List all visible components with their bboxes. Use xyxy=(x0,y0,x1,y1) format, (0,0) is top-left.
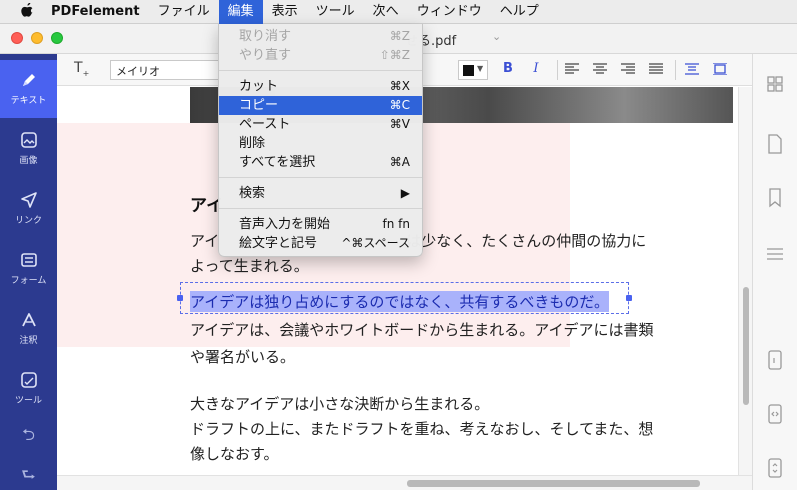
menu-item-undo[interactable]: 取り消す ⌘Z xyxy=(219,27,422,46)
sidebar-item-label: 画像 xyxy=(19,156,38,166)
align-center-icon xyxy=(593,63,607,74)
chevron-down-icon: ▼ xyxy=(477,64,484,73)
paragraph-line[interactable]: 像しなおす。 xyxy=(190,443,279,464)
menu-item-cut[interactable]: カット ⌘X xyxy=(219,77,422,96)
minimize-window-button[interactable] xyxy=(31,32,43,44)
menu-bar: PDFelement ファイル 編集 表示 ツール 次へ ウィンドウ ヘルプ xyxy=(0,0,797,24)
chevron-right-icon: ▶ xyxy=(400,186,410,200)
align-right-button[interactable] xyxy=(618,61,638,79)
left-tool-sidebar: テキスト 画像 リンク フォーム 注釈 ツール ⮌ ⮑ xyxy=(0,54,57,490)
toolbar-divider xyxy=(557,60,558,80)
chevron-down-icon[interactable]: ⌄ xyxy=(492,30,501,43)
italic-button[interactable]: I xyxy=(526,61,546,79)
tool-icon xyxy=(20,372,37,388)
menu-help[interactable]: ヘルプ xyxy=(491,0,548,24)
align-center-button[interactable] xyxy=(590,61,610,79)
paragraph-line[interactable]: アイデアは、会議やホワイトボードから生まれる。アイデアには書類 xyxy=(190,319,654,340)
toolbar-divider xyxy=(675,60,676,80)
menu-tools[interactable]: ツール xyxy=(307,0,364,24)
sidebar-item-label: ツール xyxy=(14,396,42,406)
menu-app-name[interactable]: PDFelement xyxy=(42,0,149,24)
paragraph-spacing-icon xyxy=(713,63,727,75)
bold-button[interactable]: B xyxy=(498,61,518,79)
vertical-scrollbar[interactable] xyxy=(738,87,752,475)
menu-item-redo[interactable]: やり直す ⇧⌘Z xyxy=(219,46,422,65)
menu-item-paste[interactable]: ペースト ⌘V xyxy=(219,115,422,134)
justify-icon xyxy=(649,63,663,74)
code-page-icon[interactable] xyxy=(766,404,784,424)
redo-arrow-icon[interactable]: ⮑ xyxy=(0,464,57,490)
align-right-icon xyxy=(621,63,635,74)
bookmark-icon[interactable] xyxy=(766,188,784,208)
paragraph-spacing-button[interactable] xyxy=(710,61,730,79)
sidebar-item-text[interactable]: テキスト xyxy=(0,60,57,118)
scrollbar-thumb[interactable] xyxy=(407,480,700,487)
selection-handle-right[interactable] xyxy=(626,295,632,301)
justify-button[interactable] xyxy=(646,61,666,79)
annotate-icon xyxy=(21,313,36,327)
menu-item-copy[interactable]: コピー ⌘C xyxy=(219,96,422,115)
line-spacing-icon xyxy=(685,63,699,75)
menu-file[interactable]: ファイル xyxy=(149,0,219,24)
horizontal-scrollbar[interactable] xyxy=(57,475,752,490)
pen-icon xyxy=(22,74,35,86)
swap-page-icon[interactable] xyxy=(766,458,784,478)
right-panel xyxy=(752,54,797,490)
close-window-button[interactable] xyxy=(11,32,23,44)
menu-edit[interactable]: 編集 xyxy=(218,0,263,24)
apple-icon[interactable] xyxy=(12,2,42,21)
text-color-select[interactable]: ▼ xyxy=(458,60,488,80)
link-icon xyxy=(20,192,37,208)
edit-menu-dropdown: 取り消す ⌘Z やり直す ⇧⌘Z カット ⌘X コピー ⌘C ペースト ⌘V 削除 すべて… xyxy=(218,24,423,257)
menu-divider xyxy=(219,177,422,178)
paragraph-line[interactable]: や署名がいる。 xyxy=(190,346,295,367)
line-spacing-button[interactable] xyxy=(682,61,702,79)
menu-item-find[interactable]: 検索 ▶ xyxy=(219,184,422,203)
selected-text[interactable]: アイデアは独り占めにするのではなく、共有するべきものだ。 xyxy=(190,291,609,312)
color-swatch xyxy=(463,65,474,76)
sidebar-item-label: フォーム xyxy=(10,276,47,286)
menu-view[interactable]: 表示 xyxy=(263,0,307,24)
sidebar-item-link[interactable]: リンク xyxy=(0,180,57,238)
sidebar-item-form[interactable]: フォーム xyxy=(0,240,57,298)
sidebar-item-label: リンク xyxy=(14,216,42,226)
paragraph-line[interactable]: よって生まれる。 xyxy=(190,255,309,276)
image-icon xyxy=(20,132,37,148)
align-left-button[interactable] xyxy=(562,61,582,79)
sidebar-item-annotate[interactable]: 注釈 xyxy=(0,300,57,358)
form-icon xyxy=(20,253,37,267)
font-family-select[interactable]: メイリオ xyxy=(110,60,220,80)
zoom-window-button[interactable] xyxy=(51,32,63,44)
page-number-icon[interactable] xyxy=(766,350,784,370)
comments-list-icon[interactable] xyxy=(766,244,784,264)
menu-divider xyxy=(219,208,422,209)
paragraph-line[interactable]: 大きなアイデアは小さな決断から生まれる。 xyxy=(190,393,489,414)
undo-arrow-icon[interactable]: ⮌ xyxy=(0,424,57,451)
menu-item-select-all[interactable]: すべてを選択 ⌘A xyxy=(219,153,422,172)
align-left-icon xyxy=(565,63,579,74)
paragraph-line[interactable]: ドラフトの上に、またドラフトを重ね、考えなおし、そしてまた、想 xyxy=(190,418,653,439)
sidebar-item-tool[interactable]: ツール xyxy=(0,360,57,418)
sidebar-item-label: 注釈 xyxy=(19,336,38,346)
sidebar-item-label: テキスト xyxy=(10,96,47,106)
page-icon[interactable] xyxy=(766,134,784,154)
menu-divider xyxy=(219,70,422,71)
menu-item-delete[interactable]: 削除 xyxy=(219,134,422,153)
sidebar-item-image[interactable]: 画像 xyxy=(0,120,57,178)
thumbnails-icon[interactable] xyxy=(766,74,784,94)
menu-item-start-dictation[interactable]: 音声入力を開始 fn fn xyxy=(219,215,422,234)
menu-next[interactable]: 次へ xyxy=(364,0,408,24)
scrollbar-thumb[interactable] xyxy=(743,287,749,405)
selection-handle-left[interactable] xyxy=(177,295,183,301)
add-text-icon[interactable]: T+ xyxy=(74,60,89,78)
menu-item-emoji-symbols[interactable]: 絵文字と記号 ^⌘スペース xyxy=(219,234,422,253)
menu-window[interactable]: ウィンドウ xyxy=(408,0,491,24)
